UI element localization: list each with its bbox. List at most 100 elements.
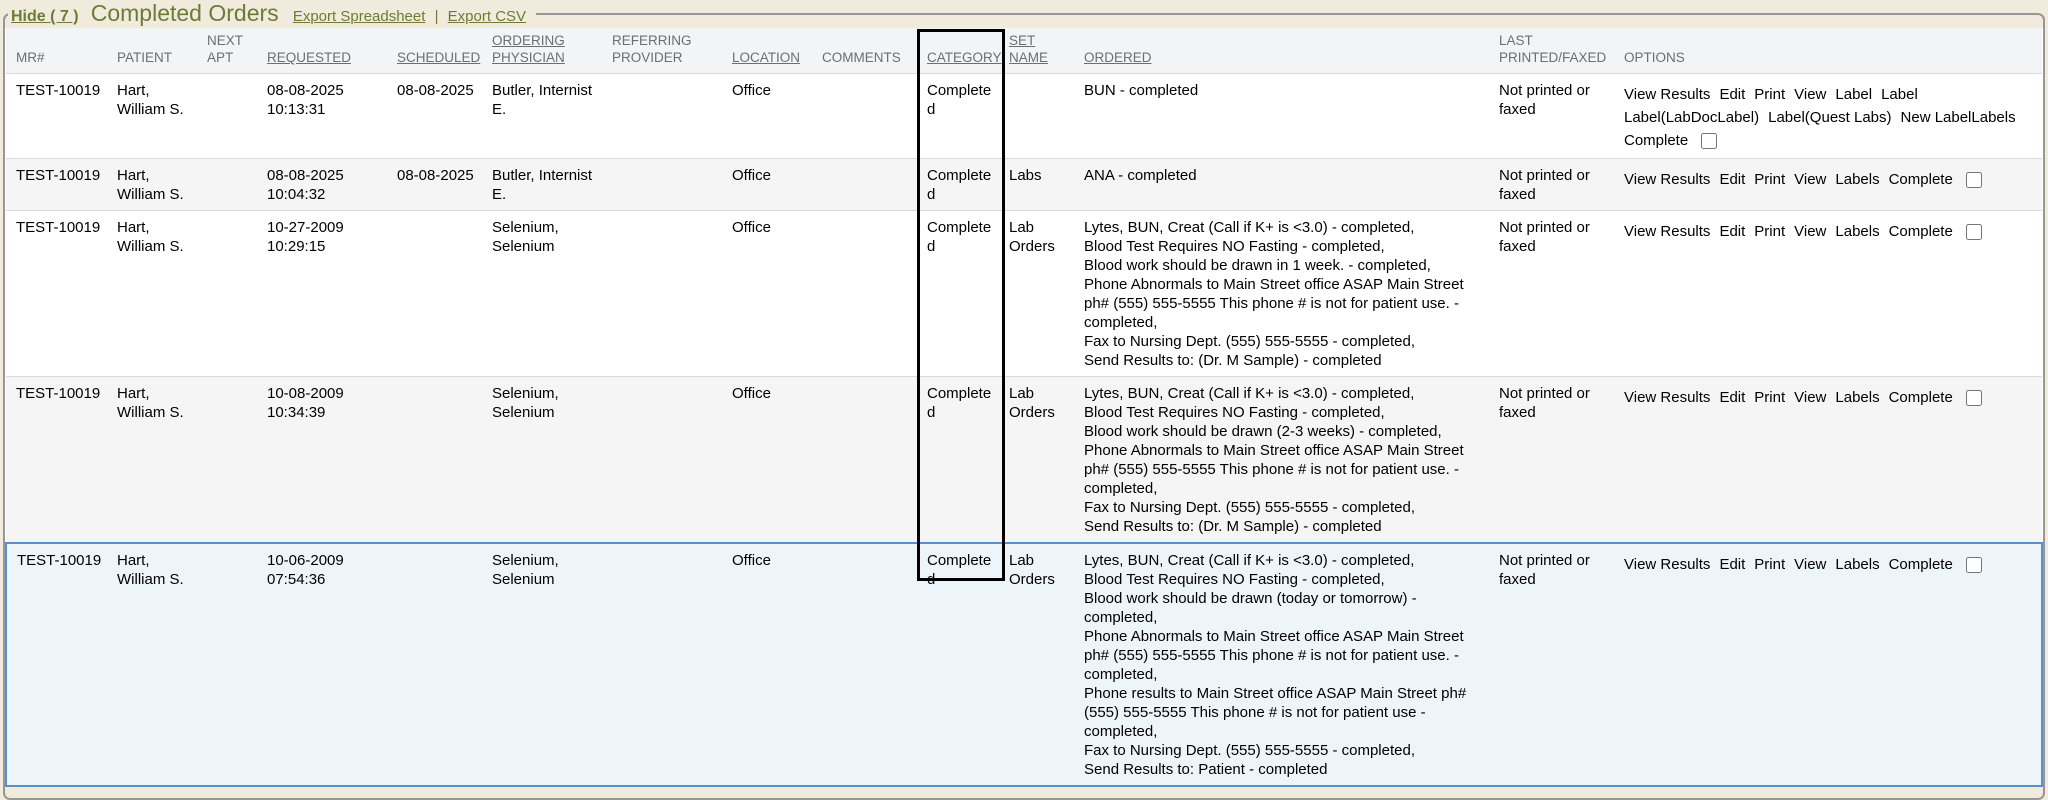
cell-category: Completed — [921, 74, 1003, 159]
cell-ordering-physician: Butler, Internist E. — [486, 74, 606, 159]
cell-ordered: ANA - completed — [1078, 159, 1493, 211]
cell-scheduled: 08-08-2025 — [391, 74, 486, 159]
option-edit-link[interactable]: Edit — [1719, 171, 1745, 188]
ordered-item: Send Results to: (Dr. M Sample) - comple… — [1084, 351, 1485, 370]
complete-checkbox[interactable] — [1966, 390, 1982, 406]
option-complete-link[interactable]: Complete — [1624, 132, 1688, 149]
option-view-link[interactable]: View — [1794, 86, 1826, 103]
option-labels-link[interactable]: Labels — [1835, 556, 1879, 573]
ordered-item: Fax to Nursing Dept. (555) 555-5555 - co… — [1084, 498, 1485, 517]
cell-last-printed-faxed: Not printed or faxed — [1493, 211, 1618, 377]
cell-referring-provider — [606, 74, 726, 159]
cell-last-printed-faxed: Not printed or faxed — [1493, 74, 1618, 159]
option-print-link[interactable]: Print — [1754, 556, 1785, 573]
order-row: TEST-10019 Hart, William S. 10-06-2009 0… — [6, 543, 2042, 786]
ordered-item: Lytes, BUN, Creat (Call if K+ is <3.0) -… — [1084, 218, 1485, 237]
cell-patient: Hart, William S. — [111, 211, 201, 377]
column-header-ordered[interactable]: ORDERED — [1078, 28, 1493, 74]
column-header-location[interactable]: LOCATION — [726, 28, 816, 74]
order-row: TEST-10019 Hart, William S. 08-08-2025 1… — [6, 74, 2042, 159]
cell-requested: 08-08-2025 10:13:31 — [261, 74, 391, 159]
column-header-scheduled[interactable]: SCHEDULED — [391, 28, 486, 74]
column-header-label: COMMENTS — [822, 50, 901, 65]
ordered-item: Send Results to: Patient - completed — [1084, 760, 1485, 779]
cell-scheduled — [391, 543, 486, 786]
option-complete-link[interactable]: Complete — [1889, 389, 1953, 406]
option-print-link[interactable]: Print — [1754, 223, 1785, 240]
option-labels-link[interactable]: Labels — [1835, 389, 1879, 406]
option-view-link[interactable]: View — [1794, 556, 1826, 573]
option-edit-link[interactable]: Edit — [1719, 389, 1745, 406]
complete-checkbox[interactable] — [1701, 133, 1717, 149]
ordered-item: Phone Abnormals to Main Street office AS… — [1084, 275, 1485, 332]
hide-toggle-link[interactable]: Hide ( 7 ) — [11, 8, 79, 25]
option-edit-link[interactable]: Edit — [1719, 556, 1745, 573]
export-spreadsheet-link[interactable]: Export Spreadsheet — [293, 8, 426, 25]
panel-title: Completed Orders — [91, 0, 279, 26]
cell-comments — [816, 543, 921, 786]
option-complete-link[interactable]: Complete — [1889, 171, 1953, 188]
cell-scheduled — [391, 211, 486, 377]
ordered-item: Blood Test Requires NO Fasting - complet… — [1084, 403, 1485, 422]
option-complete-link[interactable]: Complete — [1889, 223, 1953, 240]
export-csv-link[interactable]: Export CSV — [448, 8, 526, 25]
cell-set-name: Lab Orders — [1003, 543, 1078, 786]
completed-orders-panel: Hide ( 7 ) Completed Orders Export Sprea… — [3, 0, 2045, 800]
option-new-label-link[interactable]: New Label — [1901, 109, 1972, 126]
cell-patient: Hart, William S. — [111, 377, 201, 544]
cell-requested: 10-08-2009 10:34:39 — [261, 377, 391, 544]
complete-checkbox[interactable] — [1966, 172, 1982, 188]
column-header-patient: PATIENT — [111, 28, 201, 74]
option-labels-link[interactable]: Labels — [1971, 109, 2015, 126]
option-label-quest-labs-link[interactable]: Label(Quest Labs) — [1768, 109, 1891, 126]
cell-ordered: Lytes, BUN, Creat (Call if K+ is <3.0) -… — [1078, 211, 1493, 377]
option-view-link[interactable]: View — [1794, 389, 1826, 406]
option-view-results-link[interactable]: View Results — [1624, 171, 1710, 188]
cell-next-apt — [201, 74, 261, 159]
option-label-link[interactable]: Label — [1835, 86, 1872, 103]
legend-separator: | — [435, 8, 439, 25]
ordered-item: Phone Abnormals to Main Street office AS… — [1084, 627, 1485, 684]
column-header-label: ORDERED — [1084, 50, 1152, 65]
column-header-requested[interactable]: REQUESTED — [261, 28, 391, 74]
cell-scheduled: 08-08-2025 — [391, 159, 486, 211]
column-header-category[interactable]: CATEGORY — [921, 28, 1003, 74]
option-labels-link[interactable]: Labels — [1835, 171, 1879, 188]
column-header-ordering-physician[interactable]: ORDERING PHYSICIAN — [486, 28, 606, 74]
cell-ordering-physician: Selenium, Selenium — [486, 211, 606, 377]
cell-ordering-physician: Selenium, Selenium — [486, 543, 606, 786]
ordered-item: Blood work should be drawn in 1 week. - … — [1084, 256, 1485, 275]
option-complete-link[interactable]: Complete — [1889, 556, 1953, 573]
cell-set-name: Lab Orders — [1003, 377, 1078, 544]
cell-location: Office — [726, 377, 816, 544]
option-edit-link[interactable]: Edit — [1719, 86, 1745, 103]
ordered-item: Fax to Nursing Dept. (555) 555-5555 - co… — [1084, 332, 1485, 351]
option-print-link[interactable]: Print — [1754, 171, 1785, 188]
option-view-link[interactable]: View — [1794, 171, 1826, 188]
complete-checkbox[interactable] — [1966, 557, 1982, 573]
cell-comments — [816, 74, 921, 159]
option-label-labdoclabel-link[interactable]: Label(LabDocLabel) — [1624, 109, 1759, 126]
cell-comments — [816, 159, 921, 211]
table-header-row: MR#PATIENTNEXT APTREQUESTEDSCHEDULEDORDE… — [6, 28, 2042, 74]
option-view-results-link[interactable]: View Results — [1624, 223, 1710, 240]
ordered-item: ANA - completed — [1084, 166, 1485, 185]
option-view-results-link[interactable]: View Results — [1624, 556, 1710, 573]
option-view-results-link[interactable]: View Results — [1624, 389, 1710, 406]
option-view-link[interactable]: View — [1794, 223, 1826, 240]
cell-patient: Hart, William S. — [111, 543, 201, 786]
option-labels-link[interactable]: Labels — [1835, 223, 1879, 240]
option-print-link[interactable]: Print — [1754, 389, 1785, 406]
option-edit-link[interactable]: Edit — [1719, 223, 1745, 240]
cell-options: View Results Edit Print View Labels Complete — [1618, 543, 2042, 786]
cell-set-name — [1003, 74, 1078, 159]
column-header-label: REFERRING PROVIDER — [612, 33, 692, 65]
cell-referring-provider — [606, 211, 726, 377]
column-header-set-name[interactable]: SET NAME — [1003, 28, 1078, 74]
cell-ordered: Lytes, BUN, Creat (Call if K+ is <3.0) -… — [1078, 377, 1493, 544]
option-print-link[interactable]: Print — [1754, 86, 1785, 103]
option-label-link[interactable]: Label — [1881, 86, 1918, 103]
complete-checkbox[interactable] — [1966, 224, 1982, 240]
option-view-results-link[interactable]: View Results — [1624, 86, 1710, 103]
cell-ordering-physician: Butler, Internist E. — [486, 159, 606, 211]
